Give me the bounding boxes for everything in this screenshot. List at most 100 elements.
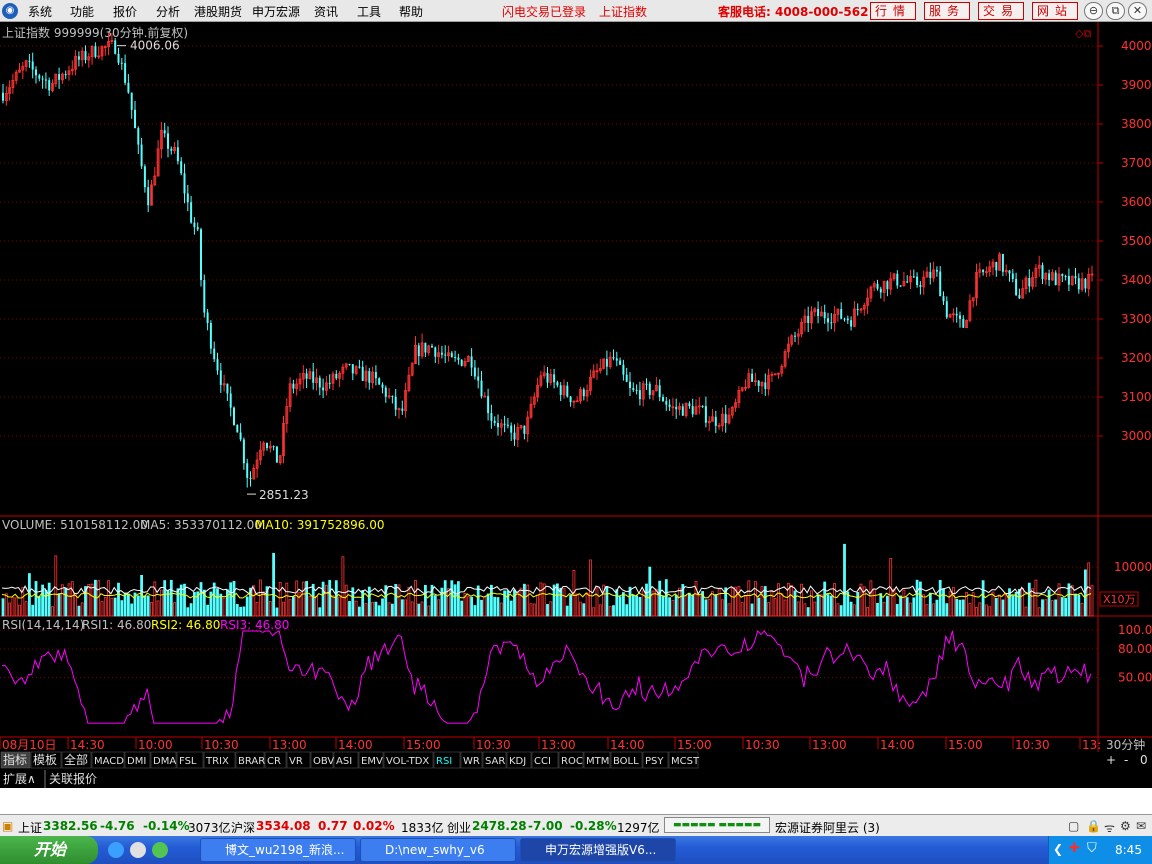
close-icon[interactable]: ✕: [1128, 2, 1147, 20]
indicator-tab[interactable]: EMV: [361, 756, 383, 767]
indicator-tab[interactable]: WR: [463, 756, 480, 767]
candle-body: [982, 269, 985, 273]
sh-percent: -0.14%: [143, 819, 190, 833]
indicator-tab[interactable]: 指标: [3, 752, 27, 767]
lock-icon[interactable]: 🔒: [1086, 819, 1101, 833]
website-button[interactable]: 网站: [1032, 2, 1078, 20]
menu-help[interactable]: 帮助: [399, 3, 423, 20]
menu-hk-futures[interactable]: 港股期货: [194, 3, 242, 20]
signal-icon[interactable]: ᯤ: [1104, 819, 1115, 836]
ie-icon[interactable]: [108, 842, 124, 858]
volume-bar: [305, 581, 309, 617]
candle-body: [691, 406, 694, 415]
taskbar-item-swhy[interactable]: 申万宏源增强版V6...: [520, 838, 676, 862]
indicator-tab[interactable]: DMI: [127, 756, 146, 767]
indicator-tab[interactable]: BOLL: [613, 756, 639, 767]
volume-bar: [836, 603, 840, 617]
indicator-tab[interactable]: CCI: [534, 756, 551, 767]
candle-body: [487, 396, 490, 414]
minimize-icon[interactable]: ⊖: [1084, 2, 1103, 20]
indicator-tab[interactable]: ROC: [561, 756, 583, 767]
green-app-icon[interactable]: [152, 842, 168, 858]
candle-body: [216, 359, 219, 371]
volume-bar: [635, 595, 638, 617]
window-icon[interactable]: ▢: [1068, 819, 1079, 833]
volume-bar: [711, 591, 714, 617]
indicator-tab[interactable]: SAR: [485, 756, 505, 767]
kline-chart-area[interactable]: 上证指数 999999(30分钟.前复权) ◇⧉ 4000 3900 3800 3700 3…: [0, 22, 1152, 814]
candle-body: [714, 416, 717, 426]
volume-bar: [390, 603, 394, 617]
menu-analysis[interactable]: 分析: [156, 3, 180, 20]
candle-body: [457, 357, 460, 360]
volume-bar: [839, 605, 843, 617]
volume-bar: [480, 599, 483, 617]
menu-quote[interactable]: 报价: [113, 3, 137, 20]
indicator-tab[interactable]: MACD: [94, 756, 124, 767]
volume-bar: [450, 580, 454, 617]
menu-news[interactable]: 资讯: [314, 3, 338, 20]
low-label: 2851.23: [259, 488, 309, 502]
tray-app-icon[interactable]: ✚: [1069, 841, 1080, 856]
volume-bar: [381, 598, 384, 617]
indicator-tab[interactable]: CR: [267, 756, 281, 767]
candle-body: [490, 413, 493, 421]
service-button[interactable]: 服务: [924, 2, 970, 20]
indicator-tab[interactable]: PSY: [645, 756, 664, 767]
indicator-tab[interactable]: RSI: [436, 756, 452, 767]
indicator-tab[interactable]: TRIX: [205, 756, 229, 767]
indicator-tab[interactable]: KDJ: [509, 756, 526, 767]
volume-bar: [291, 596, 295, 617]
menu-tools[interactable]: 工具: [357, 3, 381, 20]
candle-body: [807, 316, 810, 323]
volume-bar: [107, 580, 110, 617]
indicator-tab[interactable]: 全部: [64, 752, 88, 767]
candle-body: [493, 420, 496, 423]
tray-arrow-icon[interactable]: ❮: [1053, 842, 1063, 856]
settings-icon[interactable]: ⚙: [1120, 819, 1131, 833]
candle-body: [1008, 270, 1011, 274]
indicator-tab[interactable]: MCST: [671, 756, 700, 767]
indicator-tab[interactable]: 模板: [33, 753, 57, 767]
volume-bar: [780, 593, 784, 617]
volume-bar: [928, 592, 932, 617]
volume-bar: [318, 607, 322, 617]
chrome-icon[interactable]: [130, 842, 146, 858]
indicator-tab[interactable]: DMA: [153, 756, 176, 767]
volume-bar: [163, 580, 167, 617]
volume-bar: [810, 590, 813, 617]
tray-shield-icon[interactable]: ⛉: [1087, 841, 1097, 856]
taskbar-item-folder[interactable]: D:\new_swhy_v6: [360, 838, 516, 862]
volume-bar: [532, 603, 536, 617]
indicator-tab[interactable]: BRAR: [238, 756, 265, 767]
trade-button[interactable]: 交易: [978, 2, 1024, 20]
volume-bar: [849, 601, 853, 617]
volume-bar: [8, 602, 12, 617]
volume-bar: [783, 599, 787, 617]
candle-body: [374, 372, 377, 379]
chart-canvas[interactable]: 上证指数 999999(30分钟.前复权) ◇⧉40003900380037003…: [0, 22, 1152, 814]
menu-swhy[interactable]: 申万宏源: [252, 3, 300, 20]
indicator-tab[interactable]: OBV: [313, 756, 334, 767]
volume-bar: [400, 599, 404, 617]
message-icon[interactable]: ✉: [1136, 819, 1146, 833]
menu-bar: ◉ 系统 功能 报价 分析 港股期货 申万宏源 资讯 工具 帮助 闪电交易已登录…: [0, 0, 1152, 22]
candle-body: [401, 408, 404, 411]
candle-body: [635, 389, 638, 391]
menu-function[interactable]: 功能: [70, 3, 94, 20]
indicator-tab[interactable]: MTM: [586, 756, 609, 767]
candle-body: [945, 301, 948, 318]
price-tick-label: 3800: [1121, 117, 1152, 131]
restore-icon[interactable]: ⧉: [1106, 2, 1125, 20]
volume-bar: [905, 597, 909, 617]
candle-body: [117, 53, 120, 63]
indicator-tab[interactable]: VOL-TDX: [386, 756, 429, 767]
indicator-tab[interactable]: VR: [289, 756, 303, 767]
indicator-tab[interactable]: FSL: [179, 756, 197, 767]
menu-system[interactable]: 系统: [28, 3, 52, 20]
volume-bar: [958, 599, 962, 617]
taskbar-item-browser[interactable]: 博文_wu2198_新浪...: [200, 838, 356, 862]
quote-button[interactable]: 行情: [870, 2, 916, 20]
indicator-tab[interactable]: ASI: [336, 756, 352, 767]
start-button[interactable]: 开始: [0, 836, 98, 864]
